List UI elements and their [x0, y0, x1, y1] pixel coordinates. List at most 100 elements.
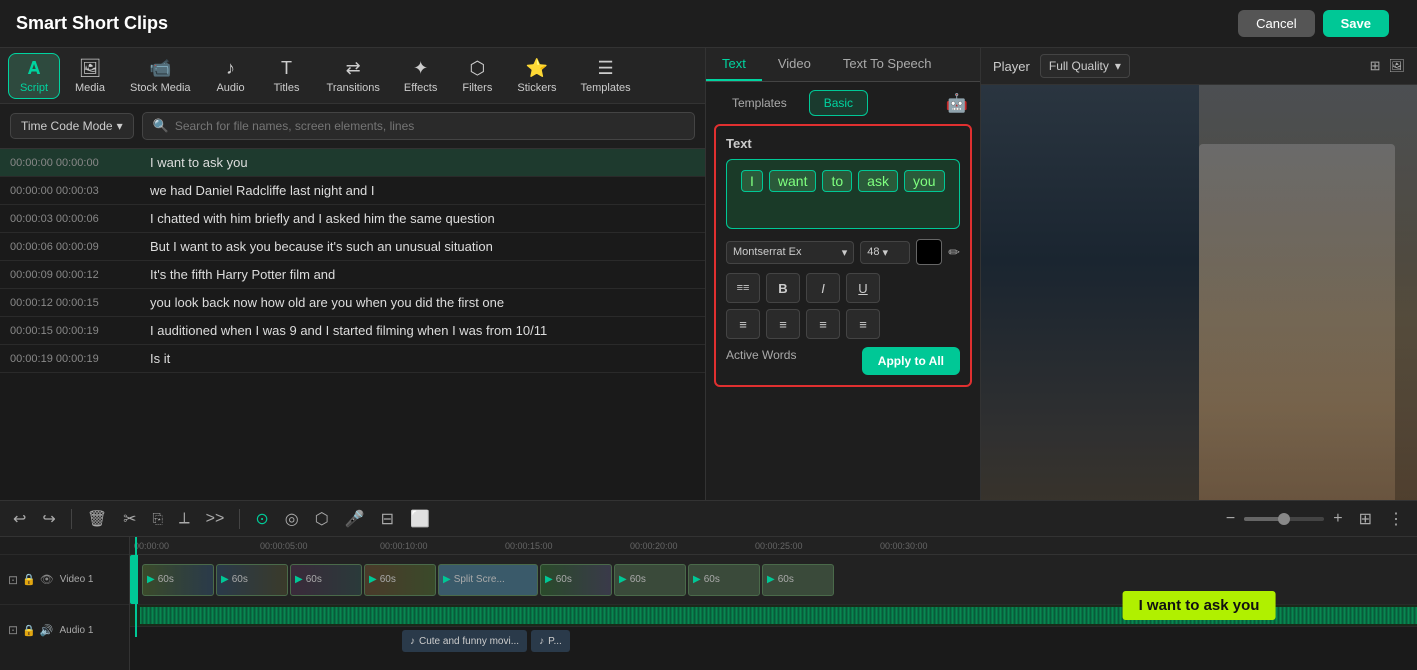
script-row[interactable]: 00:00:00 00:00:00 I want to ask you [0, 149, 705, 177]
subtitle-text: I want to ask you [1139, 597, 1260, 614]
video-clip-4[interactable]: ▶60s [364, 564, 436, 596]
font-family-select[interactable]: Montserrat Ex ▾ [726, 241, 854, 264]
timeline-area: ↩ ↪ 🗑 ✂ ⎘ ⟂ >> ⊙ ◎ ⬡ 🎤 ⊟ ⬜ − + ⊞ ⋮ [0, 500, 1417, 670]
delete-button[interactable]: 🗑 [82, 506, 112, 532]
strikethrough-button[interactable]: ≡≡ [726, 273, 760, 303]
zoom-bar[interactable] [1244, 517, 1324, 521]
subtab-basic[interactable]: Basic [809, 90, 868, 116]
color-picker[interactable] [916, 239, 942, 265]
more-button[interactable]: >> [201, 507, 230, 531]
audio-icon: ♪ [226, 58, 235, 79]
eye-icon: 👁 [40, 573, 54, 586]
script-line-text: you look back now how old are you when y… [150, 295, 504, 310]
word-chip[interactable]: to [822, 170, 852, 192]
script-controls: Time Code Mode ▾ 🔍 [0, 104, 705, 149]
align-center-button[interactable]: ≡ [766, 309, 800, 339]
cut-button[interactable]: ✂ [118, 506, 141, 532]
copy-button[interactable]: ⎘ [148, 508, 168, 530]
video-clip-2[interactable]: ▶60s [216, 564, 288, 596]
more-options-button[interactable]: ⋮ [1383, 506, 1409, 532]
toolbar-item-templates[interactable]: ☰ Templates [570, 54, 640, 98]
script-row[interactable]: 00:00:15 00:00:19 I auditioned when I wa… [0, 317, 705, 345]
ai-icon[interactable]: 🤖 [946, 93, 968, 114]
tab-text[interactable]: Text [706, 48, 762, 81]
music-icon: ♪ [410, 636, 415, 647]
quality-select[interactable]: Full Quality ▾ [1040, 54, 1130, 78]
word-chip[interactable]: ask [858, 170, 898, 192]
script-row[interactable]: 00:00:00 00:00:03 we had Daniel Radcliff… [0, 177, 705, 205]
toolbar-item-effects[interactable]: ✦ Effects [394, 54, 447, 98]
header-actions: Cancel Save [1238, 10, 1389, 37]
tab-video[interactable]: Video [762, 48, 827, 81]
audio-clip-1[interactable]: ♪ Cute and funny movi... [402, 630, 527, 652]
align-left-button[interactable]: ≡ [726, 309, 760, 339]
text-editor-box[interactable]: Iwanttoaskyou [726, 159, 960, 229]
time-mark-0: 00:00:00 [134, 541, 169, 551]
grid-view-icon[interactable]: ⊞ [1370, 58, 1381, 74]
video-clip-split[interactable]: ▶Split Scre... [438, 564, 538, 596]
audio-record-icon: ⊡ [8, 623, 18, 637]
split-button[interactable]: ⟂ [174, 507, 195, 531]
redo-button[interactable]: ↪ [37, 506, 60, 532]
apply-all-button[interactable]: Apply to All [862, 347, 960, 375]
toolbar-item-audio[interactable]: ♪ Audio [205, 54, 257, 98]
eyedropper-icon[interactable]: ✏ [948, 244, 960, 261]
app-title: Smart Short Clips [16, 13, 168, 34]
time-ruler: 00:00:00 00:00:05:00 00:00:10:00 00:00:1… [130, 537, 1417, 555]
subtab-templates[interactable]: Templates [718, 91, 801, 115]
snap-button[interactable]: ⊙ [250, 506, 273, 532]
time-mark-30: 00:00:30:00 [880, 541, 928, 551]
loop-button[interactable]: ◎ [280, 506, 304, 532]
video-clip-5[interactable]: ▶60s [540, 564, 612, 596]
timecode: 00:00:00 00:00:03 [10, 185, 140, 197]
toolbar-item-titles[interactable]: T Titles [261, 54, 313, 98]
zoom-in-button[interactable]: + [1328, 507, 1347, 531]
word-chip[interactable]: you [904, 170, 945, 192]
word-chip[interactable]: want [769, 170, 817, 192]
video-clip-6[interactable]: ▶60s [614, 564, 686, 596]
stock-icon: 📹 [149, 58, 171, 79]
search-input[interactable] [175, 119, 684, 133]
grid-button[interactable]: ⊞ [1354, 506, 1377, 532]
timecode-mode-selector[interactable]: Time Code Mode ▾ [10, 113, 134, 139]
toolbar-item-script[interactable]: 𝐀 Script [8, 53, 60, 99]
script-row[interactable]: 00:00:12 00:00:15 you look back now how … [0, 289, 705, 317]
font-size-control[interactable]: 48 ▾ [860, 241, 910, 264]
titles-icon: T [281, 58, 292, 79]
audio-clip-2[interactable]: ♪ P... [531, 630, 570, 652]
script-row[interactable]: 00:00:03 00:00:06 I chatted with him bri… [0, 205, 705, 233]
video-clip-1[interactable]: ▶60s [142, 564, 214, 596]
script-row[interactable]: 00:00:09 00:00:12 It's the fifth Harry P… [0, 261, 705, 289]
word-chip[interactable]: I [741, 170, 763, 192]
mic-button[interactable]: 🎤 [340, 506, 370, 532]
timecode: 00:00:15 00:00:19 [10, 325, 140, 337]
video-clip-7[interactable]: ▶60s [688, 564, 760, 596]
time-mark-5: 00:00:05:00 [260, 541, 308, 551]
audio-track-label: ⊡ 🔒 🔊 Audio 1 [0, 605, 129, 655]
bold-button[interactable]: B [766, 273, 800, 303]
align-right-button[interactable]: ≡ [806, 309, 840, 339]
save-button[interactable]: Save [1323, 10, 1389, 37]
zoom-out-button[interactable]: − [1221, 507, 1240, 531]
justify-button[interactable]: ≡ [846, 309, 880, 339]
script-row[interactable]: 00:00:19 00:00:19 Is it [0, 345, 705, 373]
video-clip-8[interactable]: ▶60s [762, 564, 834, 596]
toolbar-item-stock[interactable]: 📹 Stock Media [120, 54, 201, 98]
marker-button[interactable]: ⬡ [310, 506, 334, 532]
toolbar-item-filters[interactable]: ⬡ Filters [451, 54, 503, 98]
cancel-button[interactable]: Cancel [1238, 10, 1314, 37]
timecode: 00:00:09 00:00:12 [10, 269, 140, 281]
toolbar-item-media[interactable]: 🖼 Media [64, 54, 116, 98]
toolbar-item-transitions[interactable]: ⇄ Transitions [317, 54, 390, 98]
music-icon-2: ♪ [539, 636, 544, 647]
export-button[interactable]: ⬜ [405, 506, 435, 532]
underline-button[interactable]: U [846, 273, 880, 303]
toolbar-item-stickers[interactable]: ⭐ Stickers [507, 54, 566, 98]
script-row[interactable]: 00:00:06 00:00:09 But I want to ask you … [0, 233, 705, 261]
video-clip-3[interactable]: ▶60s [290, 564, 362, 596]
caption-button[interactable]: ⊟ [376, 506, 399, 532]
tab-tts[interactable]: Text To Speech [827, 48, 948, 81]
italic-button[interactable]: I [806, 273, 840, 303]
undo-button[interactable]: ↩ [8, 506, 31, 532]
image-view-icon[interactable]: 🖼 [1388, 58, 1405, 74]
